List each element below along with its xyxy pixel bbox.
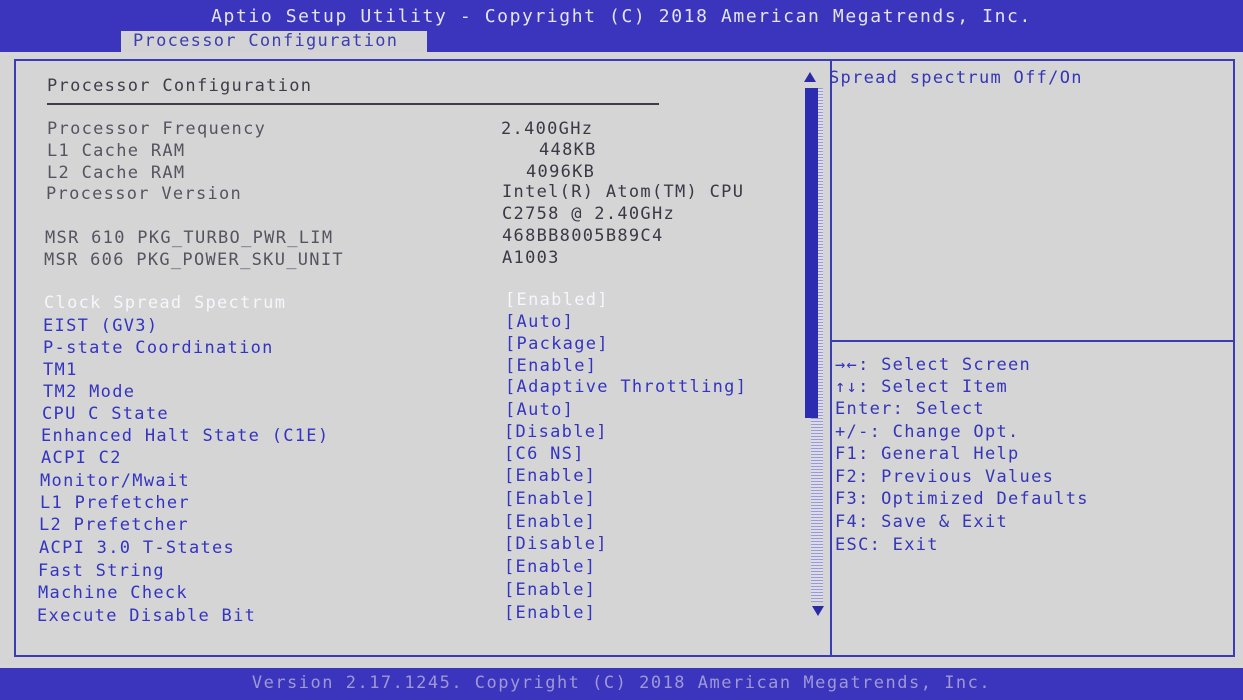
setting-monitor-mwait[interactable]: Monitor/Mwait xyxy=(40,470,190,492)
info-value: A1003 xyxy=(502,248,560,268)
setting-eist[interactable]: EIST (GV3) xyxy=(43,315,158,337)
info-label: Processor Frequency xyxy=(47,119,267,139)
info-label: MSR 610 PKG_TURBO_PWR_LIM xyxy=(45,228,334,248)
key-help-item: F3: Optimized Defaults xyxy=(835,489,1089,509)
panel-divider xyxy=(830,60,832,657)
setting-value[interactable]: [Enable] xyxy=(504,488,596,510)
setting-fast-string[interactable]: Fast String xyxy=(38,560,165,582)
setting-value[interactable]: [Enable] xyxy=(504,465,596,487)
info-value: 448KB xyxy=(539,140,597,160)
section-underline xyxy=(47,103,659,105)
key-help-item: ESC: Exit xyxy=(835,535,939,555)
help-divider xyxy=(832,340,1235,342)
version-text: Version 2.17.1245. Copyright (C) 2018 Am… xyxy=(251,673,992,693)
app-title: Aptio Setup Utility - Copyright (C) 2018… xyxy=(211,6,1032,27)
setting-acpi-t-states[interactable]: ACPI 3.0 T-States xyxy=(39,537,235,559)
help-text: Spread spectrum Off/On xyxy=(829,68,1083,88)
key-help-item: F2: Previous Values xyxy=(835,467,1055,487)
setting-l2-prefetcher[interactable]: L2 Prefetcher xyxy=(39,514,189,536)
section-title: Processor Configuration xyxy=(47,76,313,96)
setting-value[interactable]: [Auto] xyxy=(505,311,574,333)
key-help-item: Enter: Select xyxy=(835,399,985,419)
key-help-item: +/-: Change Opt. xyxy=(835,422,1020,442)
title-bar: Aptio Setup Utility - Copyright (C) 2018… xyxy=(0,0,1243,52)
scroll-up-arrow-icon[interactable] xyxy=(804,72,816,82)
setting-cpu-c-state[interactable]: CPU C State xyxy=(42,403,169,425)
info-value: C2758 @ 2.40GHz xyxy=(502,204,676,224)
info-value: 2.400GHz xyxy=(501,119,594,139)
setting-value[interactable]: [Enable] xyxy=(505,355,597,377)
info-value: 468BB8005B89C4 xyxy=(502,226,664,246)
info-value: Intel(R) Atom(TM) CPU xyxy=(502,182,745,202)
info-value: 4096KB xyxy=(526,162,596,182)
setting-value[interactable]: [Enable] xyxy=(504,579,596,601)
footer-bar: Version 2.17.1245. Copyright (C) 2018 Am… xyxy=(0,668,1243,700)
setting-value[interactable]: [Enable] xyxy=(504,511,596,533)
tab-processor-configuration[interactable]: Processor Configuration xyxy=(121,31,427,52)
setting-value[interactable]: [Enable] xyxy=(504,602,596,624)
info-label: L2 Cache RAM xyxy=(47,163,186,183)
setting-execute-disable-bit[interactable]: Execute Disable Bit xyxy=(37,605,256,627)
key-help-item: F1: General Help xyxy=(835,444,1020,464)
setting-enhanced-halt-state[interactable]: Enhanced Halt State (C1E) xyxy=(41,425,329,447)
setting-value[interactable]: [Disable] xyxy=(504,421,608,443)
setting-l1-prefetcher[interactable]: L1 Prefetcher xyxy=(40,492,190,514)
info-label: MSR 606 PKG_POWER_SKU_UNIT xyxy=(44,250,344,270)
setting-machine-check[interactable]: Machine Check xyxy=(38,582,188,604)
setting-value[interactable]: [C6 NS] xyxy=(504,443,585,465)
setting-value[interactable]: [Package] xyxy=(505,333,609,355)
info-label: L1 Cache RAM xyxy=(47,141,186,161)
setting-acpi-c2[interactable]: ACPI C2 xyxy=(41,447,122,469)
key-help-item: →←: Select Screen xyxy=(835,355,1032,375)
setting-clock-spread-spectrum[interactable]: Clock Spread Spectrum xyxy=(44,292,286,314)
setting-value[interactable]: [Auto] xyxy=(505,399,574,421)
setting-value[interactable]: [Adaptive Throttling] xyxy=(505,376,747,398)
setting-tm2-mode[interactable]: TM2 Mode xyxy=(43,381,135,403)
setting-value[interactable]: [Enable] xyxy=(504,556,596,578)
scroll-down-arrow-icon[interactable] xyxy=(812,606,824,616)
setting-p-state-coordination[interactable]: P-state Coordination xyxy=(43,337,274,359)
setting-value[interactable]: [Disable] xyxy=(504,533,608,555)
setting-tm1[interactable]: TM1 xyxy=(43,359,78,381)
setting-value[interactable]: [Enabled] xyxy=(505,289,609,311)
key-help-item: ↑↓: Select Item xyxy=(835,377,1009,397)
info-label: Processor Version xyxy=(46,184,243,204)
scrollbar-thumb[interactable] xyxy=(805,88,818,418)
key-help-item: F4: Save & Exit xyxy=(835,512,1009,532)
